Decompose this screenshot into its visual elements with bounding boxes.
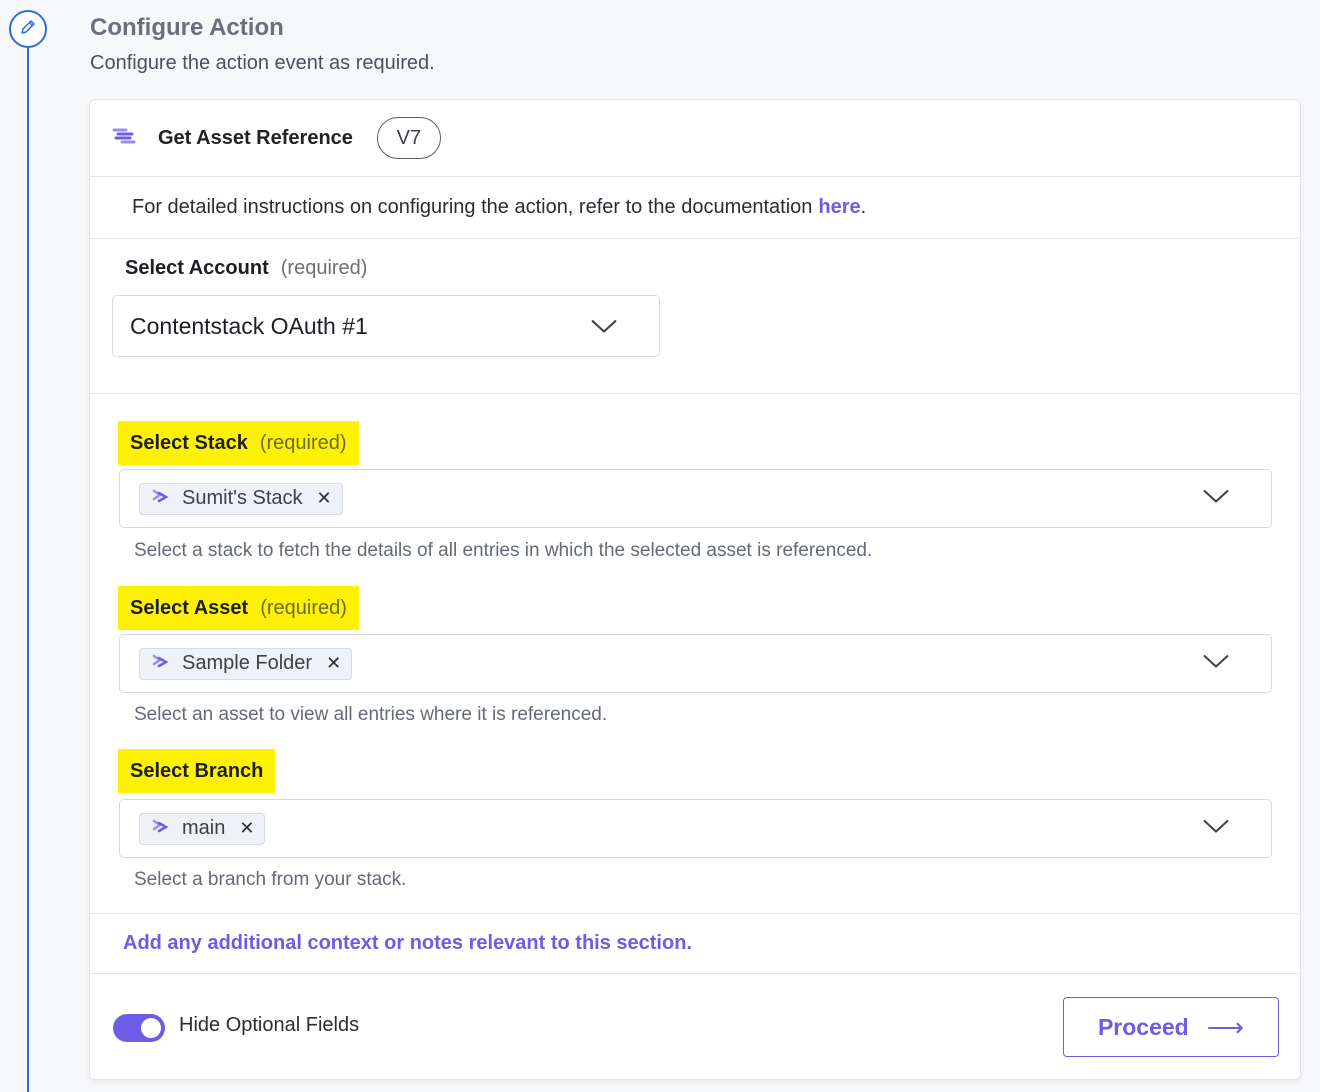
asset-select[interactable]: Sample Folder ✕ bbox=[119, 634, 1272, 693]
asset-chip: Sample Folder ✕ bbox=[139, 647, 353, 680]
chevron-down-icon bbox=[1203, 654, 1229, 673]
asset-label-text: Select Asset bbox=[130, 596, 249, 619]
stack-select[interactable]: Sumit's Stack ✕ bbox=[119, 469, 1272, 528]
proceed-label: Proceed bbox=[1097, 1013, 1189, 1040]
asset-field-label: Select Asset (required) bbox=[118, 586, 359, 630]
chevron-down-icon bbox=[1203, 489, 1229, 508]
stack-chip-label: Sumit's Stack bbox=[182, 487, 303, 509]
timeline-connector bbox=[27, 44, 29, 1092]
additional-notes-link[interactable]: Add any additional context or notes rele… bbox=[90, 913, 1300, 974]
branch-label-text: Select Branch bbox=[130, 759, 264, 782]
required-indicator: (required) bbox=[259, 431, 347, 454]
contentstack-logo-icon bbox=[150, 652, 170, 675]
branch-chip: main ✕ bbox=[139, 812, 266, 845]
account-select[interactable]: Contentstack OAuth #1 bbox=[112, 295, 660, 357]
step-edit-button[interactable] bbox=[9, 10, 47, 48]
documentation-text: For detailed instructions on configuring… bbox=[132, 196, 813, 218]
page-title: Configure Action bbox=[90, 14, 284, 41]
card-footer: Hide Optional Fields Proceed ⟶ bbox=[90, 974, 1300, 1081]
version-badge[interactable]: V7 bbox=[376, 117, 441, 159]
stack-chip: Sumit's Stack ✕ bbox=[139, 482, 343, 515]
page-subtitle: Configure the action event as required. bbox=[90, 52, 435, 74]
branch-help-text: Select a branch from your stack. bbox=[134, 869, 407, 890]
branch-chip-label: main bbox=[182, 817, 226, 839]
pencil-icon bbox=[18, 17, 38, 42]
toggle-knob bbox=[141, 1018, 161, 1038]
account-section: Select Account (required) Contentstack O… bbox=[90, 239, 1300, 394]
asset-chip-label: Sample Folder bbox=[182, 652, 313, 674]
stack-label-text: Select Stack bbox=[130, 431, 248, 454]
chevron-down-icon bbox=[591, 313, 617, 340]
close-icon[interactable]: ✕ bbox=[239, 818, 254, 839]
required-indicator: (required) bbox=[260, 596, 347, 619]
account-field-label: Select Account (required) bbox=[125, 257, 367, 280]
proceed-button[interactable]: Proceed ⟶ bbox=[1063, 997, 1279, 1057]
toggle-label: Hide Optional Fields bbox=[179, 1014, 360, 1036]
branch-select[interactable]: main ✕ bbox=[119, 799, 1272, 858]
close-icon[interactable]: ✕ bbox=[317, 488, 332, 509]
asset-help-text: Select an asset to view all entries wher… bbox=[134, 704, 608, 725]
required-indicator: (required) bbox=[280, 257, 368, 279]
stack-field-label: Select Stack (required) bbox=[118, 421, 359, 465]
stack-help-text: Select a stack to fetch the details of a… bbox=[134, 540, 873, 561]
account-select-value: Contentstack OAuth #1 bbox=[130, 312, 368, 339]
branch-field-label: Select Branch bbox=[118, 749, 276, 793]
close-icon[interactable]: ✕ bbox=[326, 653, 341, 674]
documentation-row: For detailed instructions on configuring… bbox=[90, 177, 1300, 239]
arrow-right-icon: ⟶ bbox=[1206, 1011, 1245, 1042]
documentation-link[interactable]: here bbox=[818, 196, 860, 219]
chevron-down-icon bbox=[1203, 819, 1229, 838]
account-label-text: Select Account bbox=[125, 257, 269, 279]
contentstack-logo-icon bbox=[150, 487, 170, 510]
card-header: Get Asset Reference V7 bbox=[90, 100, 1300, 177]
contentstack-logo-icon bbox=[150, 817, 170, 840]
contentstack-logo-icon bbox=[110, 124, 138, 153]
hide-optional-toggle[interactable] bbox=[113, 1014, 165, 1042]
action-name: Get Asset Reference bbox=[158, 126, 353, 149]
action-card: Get Asset Reference V7 For detailed inst… bbox=[89, 99, 1301, 1080]
documentation-suffix: . bbox=[860, 196, 867, 218]
